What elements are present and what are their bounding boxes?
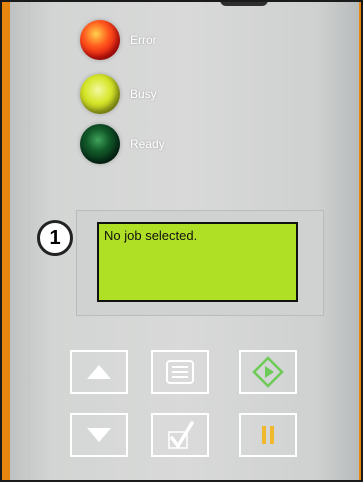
lcd-display: No job selected. (97, 222, 298, 302)
arrow-down-icon (87, 428, 111, 442)
down-button[interactable] (70, 413, 128, 457)
callout-badge: 1 (37, 220, 73, 256)
ready-led-icon (80, 124, 120, 164)
ready-label: Ready (130, 137, 165, 151)
ready-indicator: Ready (80, 124, 165, 164)
menu-list-icon (166, 360, 194, 384)
up-button[interactable] (70, 350, 128, 394)
confirm-button[interactable] (151, 413, 209, 457)
start-button[interactable] (239, 350, 297, 394)
error-label: Error (130, 33, 157, 47)
start-diamond-icon (252, 356, 284, 388)
checkmark-icon (168, 421, 194, 449)
error-led-icon (80, 20, 120, 60)
busy-indicator: Busy (80, 74, 157, 114)
device-frame: Error Busy Ready No job selected. 1 (0, 0, 363, 482)
menu-button[interactable] (151, 350, 209, 394)
error-indicator: Error (80, 20, 157, 60)
busy-label: Busy (130, 87, 157, 101)
control-panel: Error Busy Ready No job selected. 1 (10, 2, 359, 480)
pause-button[interactable] (239, 413, 297, 457)
busy-led-icon (80, 74, 120, 114)
lcd-message: No job selected. (104, 228, 198, 243)
arrow-up-icon (87, 365, 111, 379)
panel-top-strip (220, 2, 268, 6)
pause-icon (262, 426, 274, 444)
